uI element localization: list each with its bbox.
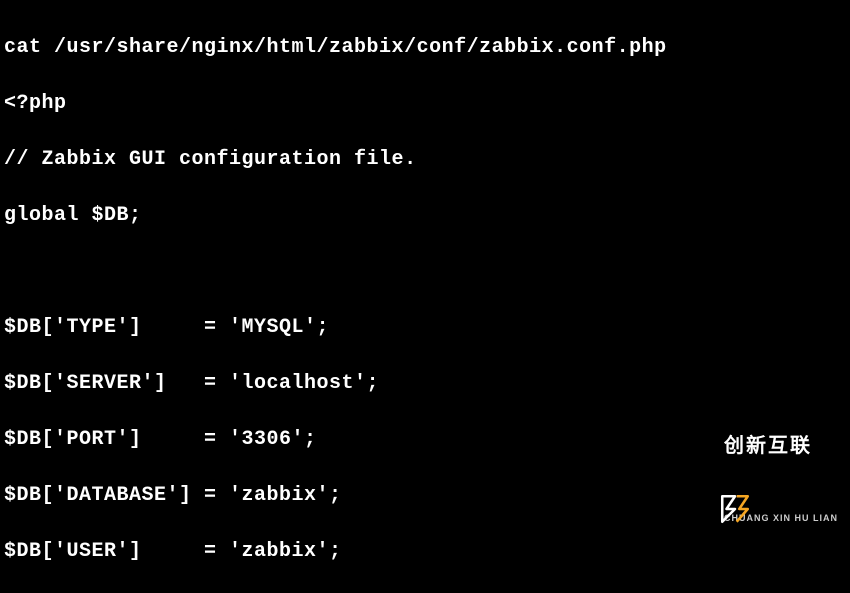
php-open-tag: <?php	[4, 90, 846, 118]
db-type-line: $DB['TYPE'] = 'MYSQL';	[4, 314, 846, 342]
watermark-text: 创新互联 CHUANG XIN HU LIAN	[724, 380, 838, 581]
global-db-declaration: global $DB;	[4, 202, 846, 230]
watermark-main-text: 创新互联	[724, 436, 838, 456]
watermark: 创新互联 CHUANG XIN HU LIAN	[682, 380, 838, 581]
blank-line	[4, 258, 846, 286]
shell-command: cat /usr/share/nginx/html/zabbix/conf/za…	[4, 34, 846, 62]
config-comment-header: // Zabbix GUI configuration file.	[4, 146, 846, 174]
terminal-output: cat /usr/share/nginx/html/zabbix/conf/za…	[0, 0, 850, 593]
watermark-logo-icon	[682, 464, 716, 498]
